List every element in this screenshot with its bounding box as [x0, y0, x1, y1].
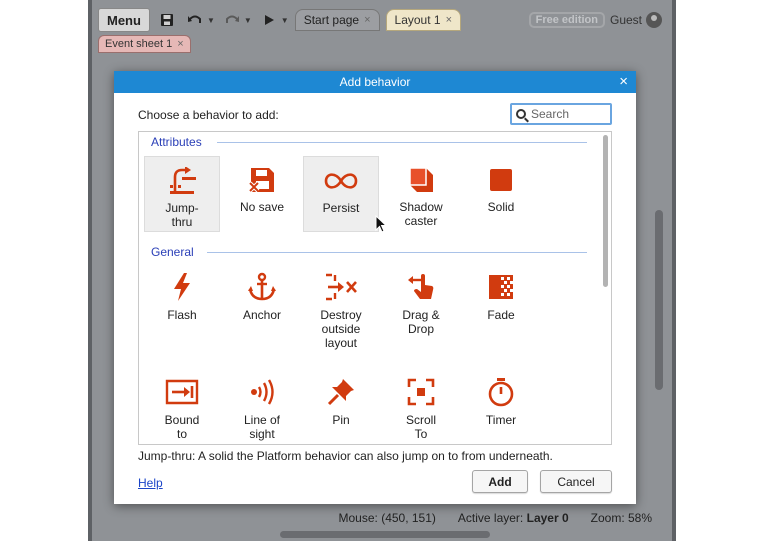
- section-attributes: Attributes: [151, 135, 202, 149]
- menu-button[interactable]: Menu: [98, 8, 150, 32]
- dialog-titlebar: Add behavior ×: [114, 71, 636, 93]
- section-general: General: [151, 245, 194, 259]
- behavior-line-of-sight[interactable]: Line of sight: [224, 377, 300, 441]
- timer-icon: [488, 378, 514, 407]
- help-link[interactable]: Help: [138, 476, 163, 490]
- tab-label: Layout 1: [394, 13, 441, 27]
- behavior-flash[interactable]: Flash: [144, 272, 220, 322]
- drag-drop-icon: [408, 274, 434, 299]
- behavior-fade[interactable]: Fade: [463, 272, 539, 322]
- dialog-prompt: Choose a behavior to add:: [138, 108, 279, 122]
- add-button[interactable]: Add: [472, 470, 528, 493]
- tab-label: Event sheet 1: [105, 38, 173, 50]
- no-save-icon: [248, 168, 274, 193]
- redo-icon[interactable]: [221, 9, 243, 31]
- dialog-title: Add behavior: [339, 75, 411, 89]
- tab-event-sheet-1[interactable]: Event sheet 1 ×: [98, 35, 191, 53]
- active-layer-label: Active layer:: [457, 511, 524, 525]
- list-scrollbar[interactable]: [603, 135, 608, 287]
- search-icon: [516, 109, 526, 119]
- close-icon[interactable]: ×: [177, 38, 183, 50]
- behavior-label: Line of sight: [243, 413, 281, 441]
- tab-start-page[interactable]: Start page ×: [294, 9, 380, 31]
- persist-icon: [324, 173, 358, 189]
- behavior-label: Flash: [167, 308, 197, 322]
- active-layer: Active layer: Layer 0: [458, 511, 569, 525]
- user-name[interactable]: Guest: [610, 13, 642, 27]
- behavior-anchor[interactable]: Anchor: [224, 272, 300, 322]
- destroy-outside-icon: [326, 273, 357, 301]
- fade-icon: [489, 275, 513, 299]
- window-edge: [672, 0, 676, 541]
- scroll-to-icon: [407, 378, 435, 406]
- add-behavior-dialog: Add behavior × Choose a behavior to add:…: [114, 71, 636, 504]
- main-toolbar: Menu ▼ ▼ ▼ Start page × Layout 1 × Free …: [92, 6, 672, 34]
- anchor-icon: [248, 272, 276, 301]
- behavior-label: Fade: [487, 308, 515, 322]
- close-icon[interactable]: ×: [364, 14, 370, 26]
- behavior-solid[interactable]: Solid: [463, 166, 539, 214]
- zoom-level: Zoom: 58%: [590, 511, 652, 525]
- behavior-description: Jump-thru: A solid the Platform behavior…: [138, 449, 553, 463]
- undo-dropdown-icon[interactable]: ▼: [207, 16, 215, 25]
- behavior-label: Timer: [485, 413, 517, 427]
- flash-icon: [174, 273, 190, 301]
- save-icon[interactable]: [156, 9, 178, 31]
- behavior-scroll-to[interactable]: Scroll To: [383, 377, 459, 441]
- tab-label: Start page: [303, 13, 360, 27]
- behavior-label: Destroy outside layout: [320, 308, 362, 350]
- behavior-pin[interactable]: Pin: [303, 377, 379, 427]
- jump-thru-icon: [170, 167, 196, 194]
- play-dropdown-icon[interactable]: ▼: [281, 16, 289, 25]
- section-divider: [207, 252, 587, 253]
- behavior-jump-thru[interactable]: Jump- thru: [144, 156, 220, 232]
- play-icon[interactable]: [258, 9, 280, 31]
- behavior-drag-drop[interactable]: Drag & Drop: [383, 272, 459, 336]
- behavior-label: Anchor: [242, 308, 282, 322]
- behavior-label: Shadow caster: [399, 200, 443, 228]
- behavior-list[interactable]: Attributes Jump- thru No save Persist Sh…: [138, 131, 612, 445]
- close-icon[interactable]: ×: [446, 14, 452, 26]
- solid-icon: [490, 169, 512, 191]
- bound-to-icon: [165, 379, 199, 405]
- cancel-button[interactable]: Cancel: [540, 470, 612, 493]
- close-icon[interactable]: ×: [619, 73, 628, 90]
- mouse-cursor-icon: [375, 215, 387, 233]
- behavior-destroy-outside-layout[interactable]: Destroy outside layout: [303, 272, 379, 350]
- free-edition-badge[interactable]: Free edition: [528, 12, 605, 28]
- active-layer-value: Layer 0: [526, 511, 569, 525]
- behavior-shadow-caster[interactable]: Shadow caster: [383, 166, 459, 228]
- behavior-no-save[interactable]: No save: [224, 166, 300, 214]
- user-icon[interactable]: [646, 12, 662, 28]
- behavior-persist[interactable]: Persist: [303, 156, 379, 232]
- undo-icon[interactable]: [184, 9, 206, 31]
- line-of-sight-icon: [251, 379, 274, 405]
- search-placeholder: Search: [531, 107, 570, 121]
- behavior-bound-to[interactable]: Bound to: [144, 377, 220, 441]
- status-bar: Mouse: (450, 151) Active layer: Layer 0 …: [92, 508, 660, 528]
- behavior-label: Drag & Drop: [402, 308, 440, 336]
- horizontal-scrollbar[interactable]: [280, 531, 490, 538]
- behavior-label: Bound to: [164, 413, 200, 441]
- behavior-timer[interactable]: Timer: [463, 377, 539, 427]
- vertical-scrollbar[interactable]: [655, 210, 663, 390]
- tab-layout-1[interactable]: Layout 1 ×: [385, 9, 462, 31]
- behavior-label: Pin: [332, 413, 350, 427]
- pin-icon: [327, 379, 354, 406]
- redo-dropdown-icon[interactable]: ▼: [244, 16, 252, 25]
- behavior-label: No save: [239, 200, 285, 214]
- search-input[interactable]: Search: [510, 103, 612, 125]
- shadow-caster-icon: [409, 167, 433, 192]
- mouse-position: Mouse: (450, 151): [338, 511, 436, 525]
- behavior-label: Jump- thru: [165, 201, 199, 229]
- behavior-label: Persist: [322, 201, 360, 215]
- section-divider: [217, 142, 587, 143]
- behavior-label: Solid: [487, 200, 515, 214]
- behavior-label: Scroll To: [405, 413, 436, 441]
